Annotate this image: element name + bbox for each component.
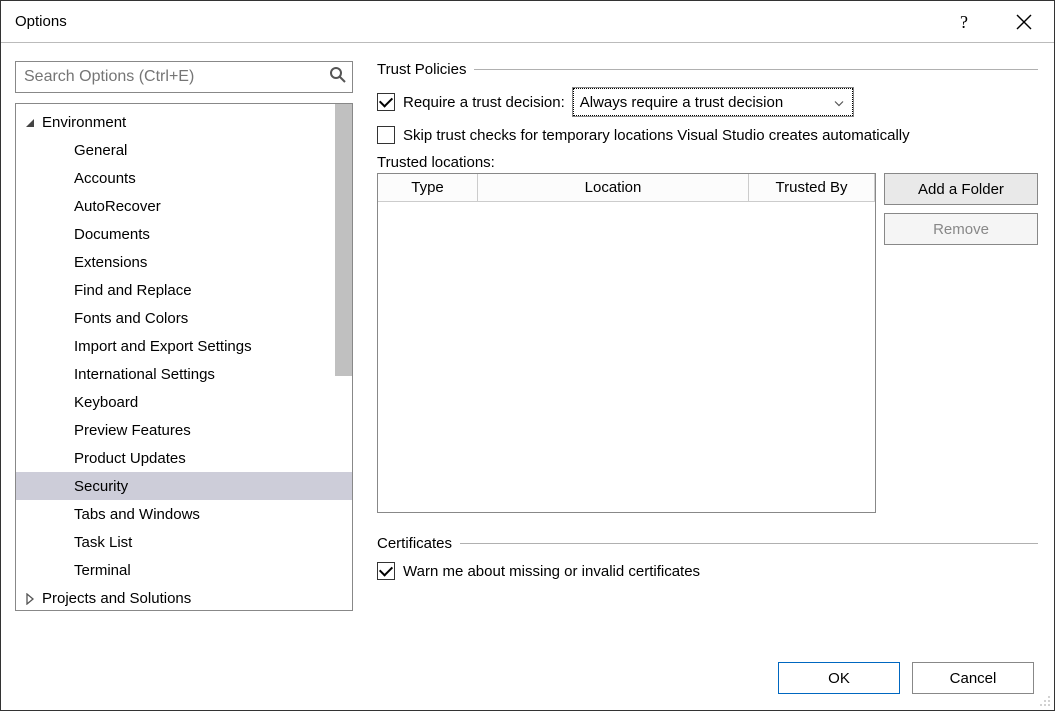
trust-policies-title: Trust Policies xyxy=(377,61,474,78)
tree-item-tabs-windows[interactable]: Tabs and Windows xyxy=(16,500,352,528)
close-icon[interactable] xyxy=(1008,6,1040,38)
tree-item-general[interactable]: General xyxy=(16,136,352,164)
trusted-locations-table[interactable]: Type Location Trusted By xyxy=(377,173,876,513)
skip-trust-checkbox[interactable] xyxy=(377,126,395,144)
remove-button[interactable]: Remove xyxy=(884,213,1038,245)
dialog-title: Options xyxy=(15,13,67,30)
trusted-locations-label: Trusted locations: xyxy=(377,154,1038,171)
col-header-trusted-by[interactable]: Trusted By xyxy=(749,174,875,201)
help-icon[interactable]: ? xyxy=(948,6,980,38)
tree-item-documents[interactable]: Documents xyxy=(16,220,352,248)
trust-decision-select[interactable]: Always require a trust decision xyxy=(573,88,853,116)
tree-item-keyboard[interactable]: Keyboard xyxy=(16,388,352,416)
tree-parent-projects[interactable]: Projects and Solutions xyxy=(16,584,352,611)
tree-parent-label: Projects and Solutions xyxy=(36,590,191,607)
options-tree[interactable]: Environment General Accounts AutoRecover… xyxy=(15,103,353,611)
tree-item-find-and-replace[interactable]: Find and Replace xyxy=(16,276,352,304)
trust-policies-header: Trust Policies xyxy=(377,61,1038,78)
chevron-down-icon xyxy=(834,94,844,111)
dialog-footer: OK Cancel xyxy=(778,662,1034,694)
col-header-type[interactable]: Type xyxy=(378,174,478,201)
tree-item-security[interactable]: Security xyxy=(16,472,352,500)
tree-item-task-list[interactable]: Task List xyxy=(16,528,352,556)
tree-parent-label: Environment xyxy=(36,114,126,131)
tree-scrollbar[interactable] xyxy=(335,104,352,376)
tree-item-product-updates[interactable]: Product Updates xyxy=(16,444,352,472)
tree-item-autorecover[interactable]: AutoRecover xyxy=(16,192,352,220)
skip-trust-label: Skip trust checks for temporary location… xyxy=(403,127,910,144)
tree-item-international[interactable]: International Settings xyxy=(16,360,352,388)
tree-item-extensions[interactable]: Extensions xyxy=(16,248,352,276)
expander-closed-icon xyxy=(24,592,36,604)
resize-grip-icon[interactable] xyxy=(1037,693,1051,707)
search-input[interactable] xyxy=(15,61,353,93)
search-icon[interactable] xyxy=(329,66,347,88)
tree-item-preview-features[interactable]: Preview Features xyxy=(16,416,352,444)
warn-certificates-checkbox[interactable] xyxy=(377,562,395,580)
cancel-button[interactable]: Cancel xyxy=(912,662,1034,694)
warn-certificates-label: Warn me about missing or invalid certifi… xyxy=(403,563,700,580)
certificates-header: Certificates xyxy=(377,535,1038,552)
trust-decision-value: Always require a trust decision xyxy=(580,94,783,111)
tree-item-accounts[interactable]: Accounts xyxy=(16,164,352,192)
require-trust-label: Require a trust decision: xyxy=(403,94,565,111)
tree-item-fonts-and-colors[interactable]: Fonts and Colors xyxy=(16,304,352,332)
tree-parent-environment[interactable]: Environment xyxy=(16,108,352,136)
certificates-title: Certificates xyxy=(377,535,460,552)
tree-item-terminal[interactable]: Terminal xyxy=(16,556,352,584)
titlebar: Options ? xyxy=(1,1,1054,43)
add-folder-button[interactable]: Add a Folder xyxy=(884,173,1038,205)
svg-text:?: ? xyxy=(960,12,968,32)
ok-button[interactable]: OK xyxy=(778,662,900,694)
col-header-location[interactable]: Location xyxy=(478,174,749,201)
require-trust-checkbox[interactable] xyxy=(377,93,395,111)
tree-item-import-export[interactable]: Import and Export Settings xyxy=(16,332,352,360)
expander-open-icon xyxy=(24,116,36,128)
